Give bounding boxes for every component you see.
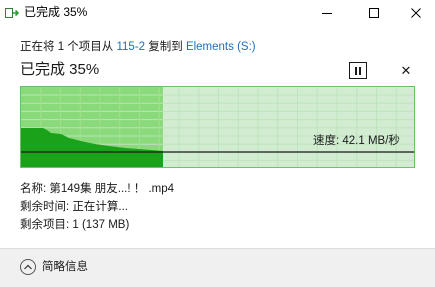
time-remaining: 剩余时间: 正在计算... [20, 201, 128, 213]
minimize-icon [322, 13, 332, 14]
copy-middle: 复制到 [145, 41, 186, 53]
destination-link[interactable]: Elements (S:) [186, 41, 256, 53]
maximize-button[interactable] [355, 0, 393, 26]
speed-chart [21, 87, 414, 167]
speed-label: 速度: 42.1 MB/秒 [313, 135, 400, 147]
progress-status: 已完成 35% [20, 61, 100, 78]
cancel-icon: ✕ [400, 63, 412, 78]
items-remaining: 剩余项目: 1 (137 MB) [20, 219, 130, 231]
close-icon [411, 8, 421, 18]
title-bar: 已完成 35% [0, 0, 435, 26]
chevron-up-icon [20, 259, 36, 275]
footer: 简略信息 [0, 249, 435, 287]
fewer-details-toggle[interactable]: 简略信息 [20, 259, 88, 275]
pause-button[interactable] [349, 62, 367, 79]
close-button[interactable] [397, 0, 435, 26]
source-link[interactable]: 115-2 [116, 41, 145, 53]
cancel-button[interactable]: ✕ [397, 62, 415, 79]
minimize-button[interactable] [308, 0, 346, 26]
progress-graph: 速度: 42.1 MB/秒 [20, 86, 415, 168]
details-panel: 名称: 第149集 朋友...! ！ .mp4 剩余时间: 正在计算... 剩余… [20, 180, 174, 234]
copy-progress-icon [5, 6, 20, 18]
fewer-details-label: 简略信息 [42, 261, 88, 273]
file-name: 名称: 第149集 朋友...! ！ .mp4 [20, 183, 175, 195]
copy-prefix: 正在将 1 个项目从 [20, 41, 117, 53]
window-title: 已完成 35% [24, 5, 88, 19]
maximize-icon [369, 8, 379, 18]
copy-description: 正在将 1 个项目从 115-2 复制到 Elements (S:) [20, 40, 256, 54]
